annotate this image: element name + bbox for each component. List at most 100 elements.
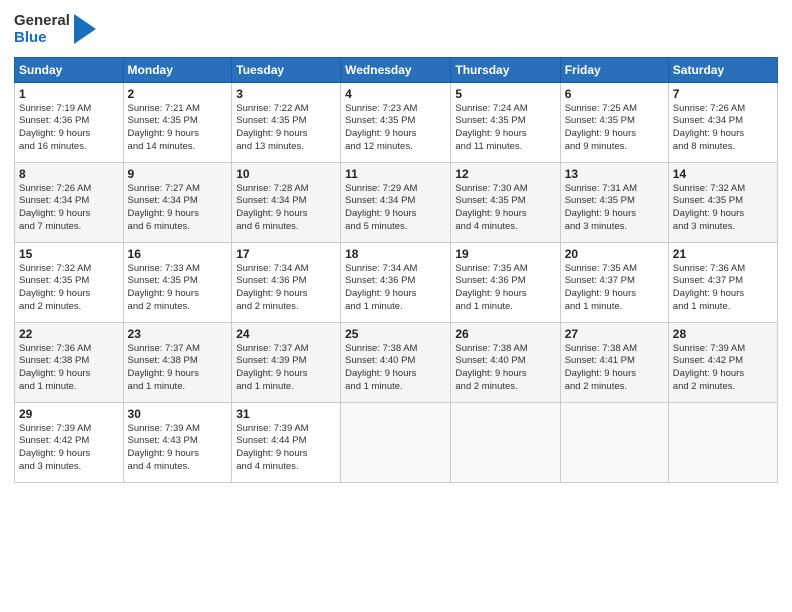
day-number: 4	[345, 87, 446, 101]
day-number: 15	[19, 247, 119, 261]
day-info: Sunrise: 7:36 AM Sunset: 4:37 PM Dayligh…	[673, 263, 773, 314]
logo: General Blue	[14, 12, 96, 47]
logo-arrow-icon	[74, 14, 96, 44]
day-cell: 30 Sunrise: 7:39 AM Sunset: 4:43 PM Dayli…	[123, 402, 232, 482]
page-header: General Blue	[14, 12, 778, 47]
day-cell: 9 Sunrise: 7:27 AM Sunset: 4:34 PM Daylig…	[123, 162, 232, 242]
logo-blue: Blue	[14, 29, 47, 46]
day-info: Sunrise: 7:31 AM Sunset: 4:35 PM Dayligh…	[565, 183, 664, 234]
weekday-header-tuesday: Tuesday	[232, 57, 341, 82]
day-cell: 24Sunrise: 7:37 AM Sunset: 4:39 PM Dayli…	[232, 322, 341, 402]
day-info: Sunrise: 7:27 AM Sunset: 4:34 PM Dayligh…	[128, 183, 228, 234]
day-cell: 2 Sunrise: 7:21 AM Sunset: 4:35 PM Daylig…	[123, 82, 232, 162]
day-info: Sunrise: 7:38 AM Sunset: 4:40 PM Dayligh…	[345, 343, 446, 394]
day-number: 23	[128, 327, 228, 341]
day-cell: 10 Sunrise: 7:28 AM Sunset: 4:34 PM Dayli…	[232, 162, 341, 242]
day-cell: 25 Sunrise: 7:38 AM Sunset: 4:40 PM Dayli…	[341, 322, 451, 402]
day-info: Sunrise: 7:24 AM Sunset: 4:35 PM Dayligh…	[455, 103, 555, 154]
day-number: 16	[128, 247, 228, 261]
day-cell: 18 Sunrise: 7:34 AM Sunset: 4:36 PM Dayli…	[341, 242, 451, 322]
day-number: 9	[128, 167, 228, 181]
day-info: Sunrise: 7:33 AM Sunset: 4:35 PM Dayligh…	[128, 263, 228, 314]
day-info: Sunrise: 7:25 AM Sunset: 4:35 PM Dayligh…	[565, 103, 664, 154]
day-number: 17	[236, 247, 336, 261]
day-cell: 14 Sunrise: 7:32 AM Sunset: 4:35 PM Dayli…	[668, 162, 777, 242]
day-number: 10	[236, 167, 336, 181]
day-info: Sunrise: 7:39 AM Sunset: 4:42 PM Dayligh…	[19, 423, 119, 474]
day-cell: 7 Sunrise: 7:26 AM Sunset: 4:34 PM Daylig…	[668, 82, 777, 162]
day-info: Sunrise: 7:19 AM Sunset: 4:36 PM Dayligh…	[19, 103, 119, 154]
day-number: 26	[455, 327, 555, 341]
logo-wordmark: General Blue	[14, 12, 70, 47]
day-cell: 13 Sunrise: 7:31 AM Sunset: 4:35 PM Dayli…	[560, 162, 668, 242]
day-info: Sunrise: 7:35 AM Sunset: 4:37 PM Dayligh…	[565, 263, 664, 314]
day-info: Sunrise: 7:30 AM Sunset: 4:35 PM Dayligh…	[455, 183, 555, 234]
day-number: 5	[455, 87, 555, 101]
day-cell: 5 Sunrise: 7:24 AM Sunset: 4:35 PM Daylig…	[451, 82, 560, 162]
day-number: 3	[236, 87, 336, 101]
day-number: 11	[345, 167, 446, 181]
week-row-3: 15 Sunrise: 7:32 AM Sunset: 4:35 PM Dayli…	[15, 242, 778, 322]
day-cell: 22 Sunrise: 7:36 AM Sunset: 4:38 PM Dayli…	[15, 322, 124, 402]
day-number: 21	[673, 247, 773, 261]
day-info: Sunrise: 7:26 AM Sunset: 4:34 PM Dayligh…	[19, 183, 119, 234]
day-cell: 23Sunrise: 7:37 AM Sunset: 4:38 PM Dayli…	[123, 322, 232, 402]
day-number: 25	[345, 327, 446, 341]
day-cell: 29Sunrise: 7:39 AM Sunset: 4:42 PM Dayli…	[15, 402, 124, 482]
day-cell: 16 Sunrise: 7:33 AM Sunset: 4:35 PM Dayli…	[123, 242, 232, 322]
day-cell: 12 Sunrise: 7:30 AM Sunset: 4:35 PM Dayli…	[451, 162, 560, 242]
day-number: 6	[565, 87, 664, 101]
day-cell: 26 Sunrise: 7:38 AM Sunset: 4:40 PM Dayli…	[451, 322, 560, 402]
day-number: 31	[236, 407, 336, 421]
weekday-header-thursday: Thursday	[451, 57, 560, 82]
day-cell: 3 Sunrise: 7:22 AM Sunset: 4:35 PM Daylig…	[232, 82, 341, 162]
weekday-header-monday: Monday	[123, 57, 232, 82]
day-number: 7	[673, 87, 773, 101]
day-info: Sunrise: 7:35 AM Sunset: 4:36 PM Dayligh…	[455, 263, 555, 314]
day-info: Sunrise: 7:32 AM Sunset: 4:35 PM Dayligh…	[19, 263, 119, 314]
day-number: 2	[128, 87, 228, 101]
day-info: Sunrise: 7:28 AM Sunset: 4:34 PM Dayligh…	[236, 183, 336, 234]
weekday-header-row: SundayMondayTuesdayWednesdayThursdayFrid…	[15, 57, 778, 82]
day-info: Sunrise: 7:37 AM Sunset: 4:39 PM Dayligh…	[236, 343, 336, 394]
week-row-5: 29Sunrise: 7:39 AM Sunset: 4:42 PM Dayli…	[15, 402, 778, 482]
day-info: Sunrise: 7:39 AM Sunset: 4:43 PM Dayligh…	[128, 423, 228, 474]
day-info: Sunrise: 7:34 AM Sunset: 4:36 PM Dayligh…	[345, 263, 446, 314]
week-row-1: 1 Sunrise: 7:19 AM Sunset: 4:36 PM Daylig…	[15, 82, 778, 162]
day-info: Sunrise: 7:32 AM Sunset: 4:35 PM Dayligh…	[673, 183, 773, 234]
day-info: Sunrise: 7:36 AM Sunset: 4:38 PM Dayligh…	[19, 343, 119, 394]
day-cell: 20Sunrise: 7:35 AM Sunset: 4:37 PM Dayli…	[560, 242, 668, 322]
day-cell: 6 Sunrise: 7:25 AM Sunset: 4:35 PM Daylig…	[560, 82, 668, 162]
day-info: Sunrise: 7:22 AM Sunset: 4:35 PM Dayligh…	[236, 103, 336, 154]
day-info: Sunrise: 7:39 AM Sunset: 4:44 PM Dayligh…	[236, 423, 336, 474]
day-number: 27	[565, 327, 664, 341]
day-cell	[668, 402, 777, 482]
day-info: Sunrise: 7:38 AM Sunset: 4:41 PM Dayligh…	[565, 343, 664, 394]
day-cell: 8Sunrise: 7:26 AM Sunset: 4:34 PM Daylig…	[15, 162, 124, 242]
day-cell: 21 Sunrise: 7:36 AM Sunset: 4:37 PM Dayli…	[668, 242, 777, 322]
day-info: Sunrise: 7:38 AM Sunset: 4:40 PM Dayligh…	[455, 343, 555, 394]
day-number: 18	[345, 247, 446, 261]
day-number: 12	[455, 167, 555, 181]
day-number: 14	[673, 167, 773, 181]
page-container: General Blue SundayMondayTuesdayWednesda…	[0, 0, 792, 612]
day-info: Sunrise: 7:34 AM Sunset: 4:36 PM Dayligh…	[236, 263, 336, 314]
day-info: Sunrise: 7:21 AM Sunset: 4:35 PM Dayligh…	[128, 103, 228, 154]
day-info: Sunrise: 7:26 AM Sunset: 4:34 PM Dayligh…	[673, 103, 773, 154]
logo-general: General	[14, 12, 70, 29]
weekday-header-saturday: Saturday	[668, 57, 777, 82]
day-cell: 4 Sunrise: 7:23 AM Sunset: 4:35 PM Daylig…	[341, 82, 451, 162]
day-cell: 17 Sunrise: 7:34 AM Sunset: 4:36 PM Dayli…	[232, 242, 341, 322]
day-number: 13	[565, 167, 664, 181]
day-cell: 15 Sunrise: 7:32 AM Sunset: 4:35 PM Dayli…	[15, 242, 124, 322]
day-number: 30	[128, 407, 228, 421]
day-info: Sunrise: 7:29 AM Sunset: 4:34 PM Dayligh…	[345, 183, 446, 234]
day-cell: 28Sunrise: 7:39 AM Sunset: 4:42 PM Dayli…	[668, 322, 777, 402]
day-number: 22	[19, 327, 119, 341]
day-cell	[560, 402, 668, 482]
day-info: Sunrise: 7:23 AM Sunset: 4:35 PM Dayligh…	[345, 103, 446, 154]
calendar-table: SundayMondayTuesdayWednesdayThursdayFrid…	[14, 57, 778, 483]
day-number: 1	[19, 87, 119, 101]
day-cell: 11 Sunrise: 7:29 AM Sunset: 4:34 PM Dayli…	[341, 162, 451, 242]
day-number: 28	[673, 327, 773, 341]
